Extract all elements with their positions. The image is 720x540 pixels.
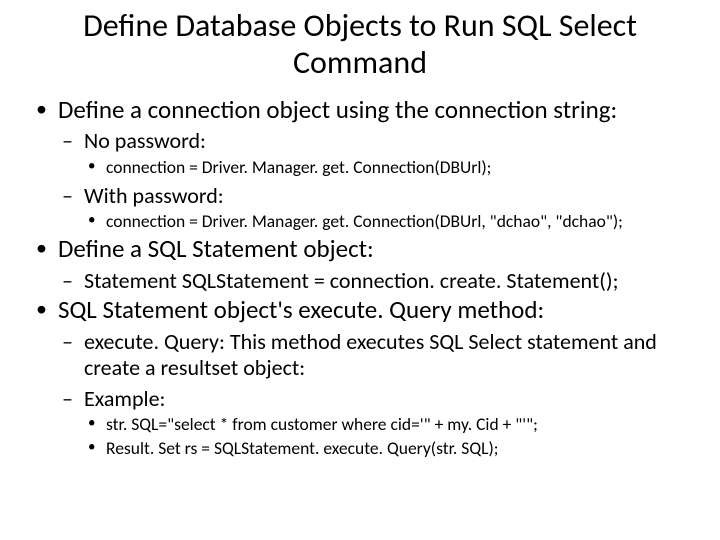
bullet-text: Define a connection object using the con… <box>58 94 617 125</box>
list-item: execute. Query: This method executes SQL… <box>58 329 690 382</box>
list-item: SQL Statement object's execute. Query me… <box>30 296 690 460</box>
list-item: Example: str. SQL="select * from custome… <box>58 386 690 460</box>
bullet-text: str. SQL="select * from customer where c… <box>106 413 538 435</box>
list-item: connection = Driver. Manager. get. Conne… <box>84 157 690 179</box>
slide: Define Database Objects to Run SQL Selec… <box>0 0 720 540</box>
list-item: Result. Set rs = SQLStatement. execute. … <box>84 438 690 460</box>
list-item: Define a connection object using the con… <box>30 96 690 233</box>
bullet-text: connection = Driver. Manager. get. Conne… <box>106 156 491 178</box>
bullet-text: No password: <box>84 127 206 154</box>
bullet-text: With password: <box>84 182 224 209</box>
bullet-text: SQL Statement object's execute. Query me… <box>58 294 544 325</box>
slide-title: Define Database Objects to Run SQL Selec… <box>40 8 680 82</box>
bullet-list: Define a connection object using the con… <box>30 96 690 460</box>
bullet-text: connection = Driver. Manager. get. Conne… <box>106 210 623 232</box>
list-item: With password: connection = Driver. Mana… <box>58 183 690 233</box>
list-item: connection = Driver. Manager. get. Conne… <box>84 211 690 233</box>
list-item: str. SQL="select * from customer where c… <box>84 414 690 436</box>
list-item: No password: connection = Driver. Manage… <box>58 128 690 178</box>
bullet-text: Example: <box>84 385 165 412</box>
bullet-text: Define a SQL Statement object: <box>58 233 374 264</box>
bullet-text: Statement SQLStatement = connection. cre… <box>84 267 618 294</box>
list-item: Define a SQL Statement object: Statement… <box>30 235 690 294</box>
bullet-text: execute. Query: This method executes SQL… <box>84 328 657 381</box>
bullet-text: Result. Set rs = SQLStatement. execute. … <box>106 437 498 459</box>
list-item: Statement SQLStatement = connection. cre… <box>58 268 690 294</box>
